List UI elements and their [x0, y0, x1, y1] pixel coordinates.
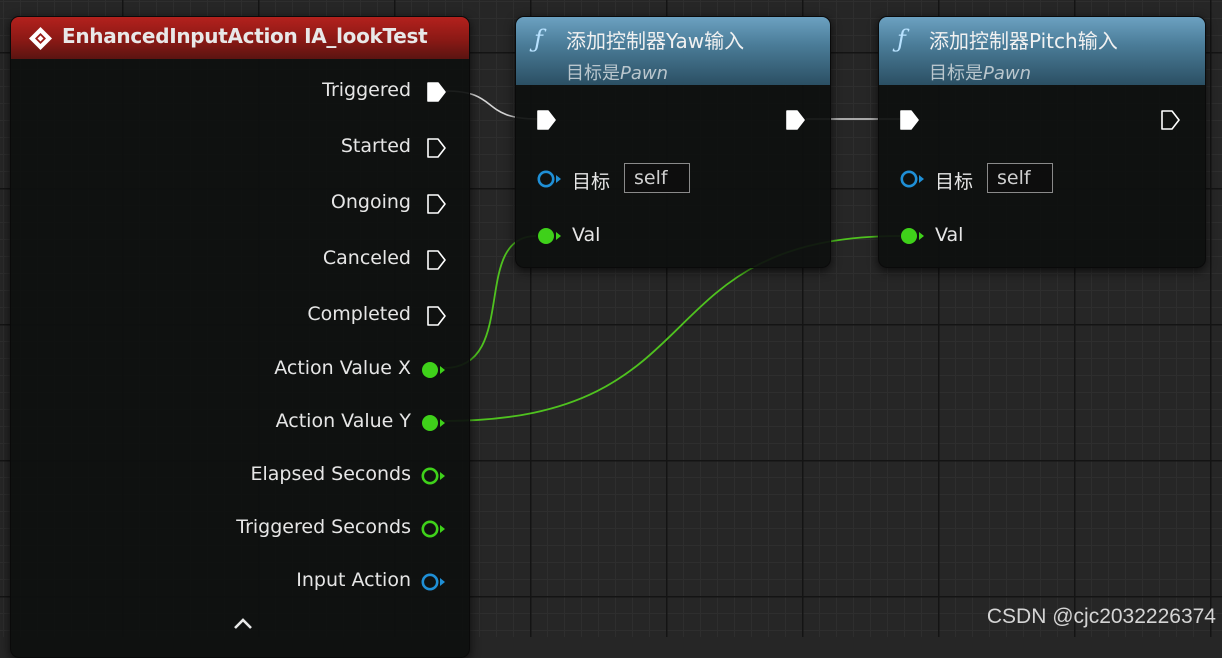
pitch-target-label: 目标 [935, 171, 974, 193]
pin-label-completed: Completed [307, 303, 411, 325]
collapse-chevron-up-icon[interactable] [233, 617, 253, 631]
pin-label-triggered: Triggered [322, 79, 411, 101]
pin-label-action-value-y: Action Value Y [275, 410, 411, 432]
yaw-node-title: 添加控制器Yaw输入 [566, 29, 745, 53]
pin-label-started: Started [340, 135, 411, 157]
exec-pin-canceled-icon[interactable] [426, 249, 448, 271]
yaw-target-pin-icon[interactable] [536, 169, 564, 189]
add-controller-yaw-input-node[interactable]: ƒ 添加控制器Yaw输入 目标是Pawn 目标 self Val [515, 16, 831, 268]
enhanced-input-action-event-node[interactable]: EnhancedInputAction IA_lookTest Triggere… [10, 16, 470, 658]
pitch-val-pin-icon[interactable] [899, 226, 927, 246]
pin-label-input-action: Input Action [296, 569, 411, 591]
function-icon: ƒ [534, 25, 543, 53]
yaw-exec-in-pin-icon[interactable] [536, 109, 558, 131]
float-pin-action-value-y-icon[interactable] [420, 413, 448, 433]
yaw-val-label: Val [572, 224, 601, 246]
yaw-target-label: 目标 [572, 171, 611, 193]
pitch-target-self-field[interactable]: self [987, 163, 1053, 193]
yaw-target-self-field[interactable]: self [624, 163, 690, 193]
pitch-val-label: Val [935, 224, 964, 246]
pitch-exec-in-pin-icon[interactable] [899, 109, 921, 131]
pitch-exec-out-pin-icon[interactable] [1160, 109, 1182, 131]
pitch-node-subtitle: 目标是Pawn [929, 63, 1032, 84]
event-node-header[interactable]: EnhancedInputAction IA_lookTest [11, 17, 469, 59]
pin-label-elapsed-seconds: Elapsed Seconds [250, 463, 412, 485]
yaw-node-subtitle: 目标是Pawn [566, 63, 669, 84]
pitch-node-title: 添加控制器Pitch输入 [929, 29, 1118, 53]
float-pin-triggered-seconds-icon[interactable] [420, 519, 448, 539]
event-diamond-icon [29, 27, 52, 50]
float-pin-action-value-x-icon[interactable] [420, 360, 448, 380]
watermark-text: CSDN @cjc2032226374 [986, 605, 1216, 628]
pitch-node-header[interactable]: ƒ 添加控制器Pitch输入 目标是Pawn [879, 17, 1205, 85]
exec-pin-completed-icon[interactable] [426, 305, 448, 327]
object-pin-input-action-icon[interactable] [420, 572, 448, 592]
yaw-val-pin-icon[interactable] [536, 226, 564, 246]
pin-label-triggered-seconds: Triggered Seconds [236, 516, 411, 538]
pitch-target-pin-icon[interactable] [899, 169, 927, 189]
yaw-node-header[interactable]: ƒ 添加控制器Yaw输入 目标是Pawn [516, 17, 830, 85]
yaw-exec-out-pin-icon[interactable] [785, 109, 807, 131]
exec-pin-ongoing-icon[interactable] [426, 193, 448, 215]
event-node-title: EnhancedInputAction IA_lookTest [62, 24, 428, 48]
float-pin-elapsed-seconds-icon[interactable] [420, 466, 448, 486]
add-controller-pitch-input-node[interactable]: ƒ 添加控制器Pitch输入 目标是Pawn 目标 self Val [878, 16, 1206, 268]
function-icon: ƒ [897, 25, 906, 53]
pin-label-ongoing: Ongoing [330, 191, 411, 213]
blueprint-graph-canvas[interactable]: EnhancedInputAction IA_lookTest Triggere… [0, 0, 1222, 658]
exec-pin-triggered-icon[interactable] [426, 81, 448, 103]
exec-pin-started-icon[interactable] [426, 137, 448, 159]
pin-label-action-value-x: Action Value X [274, 357, 411, 379]
pin-label-canceled: Canceled [322, 247, 411, 269]
